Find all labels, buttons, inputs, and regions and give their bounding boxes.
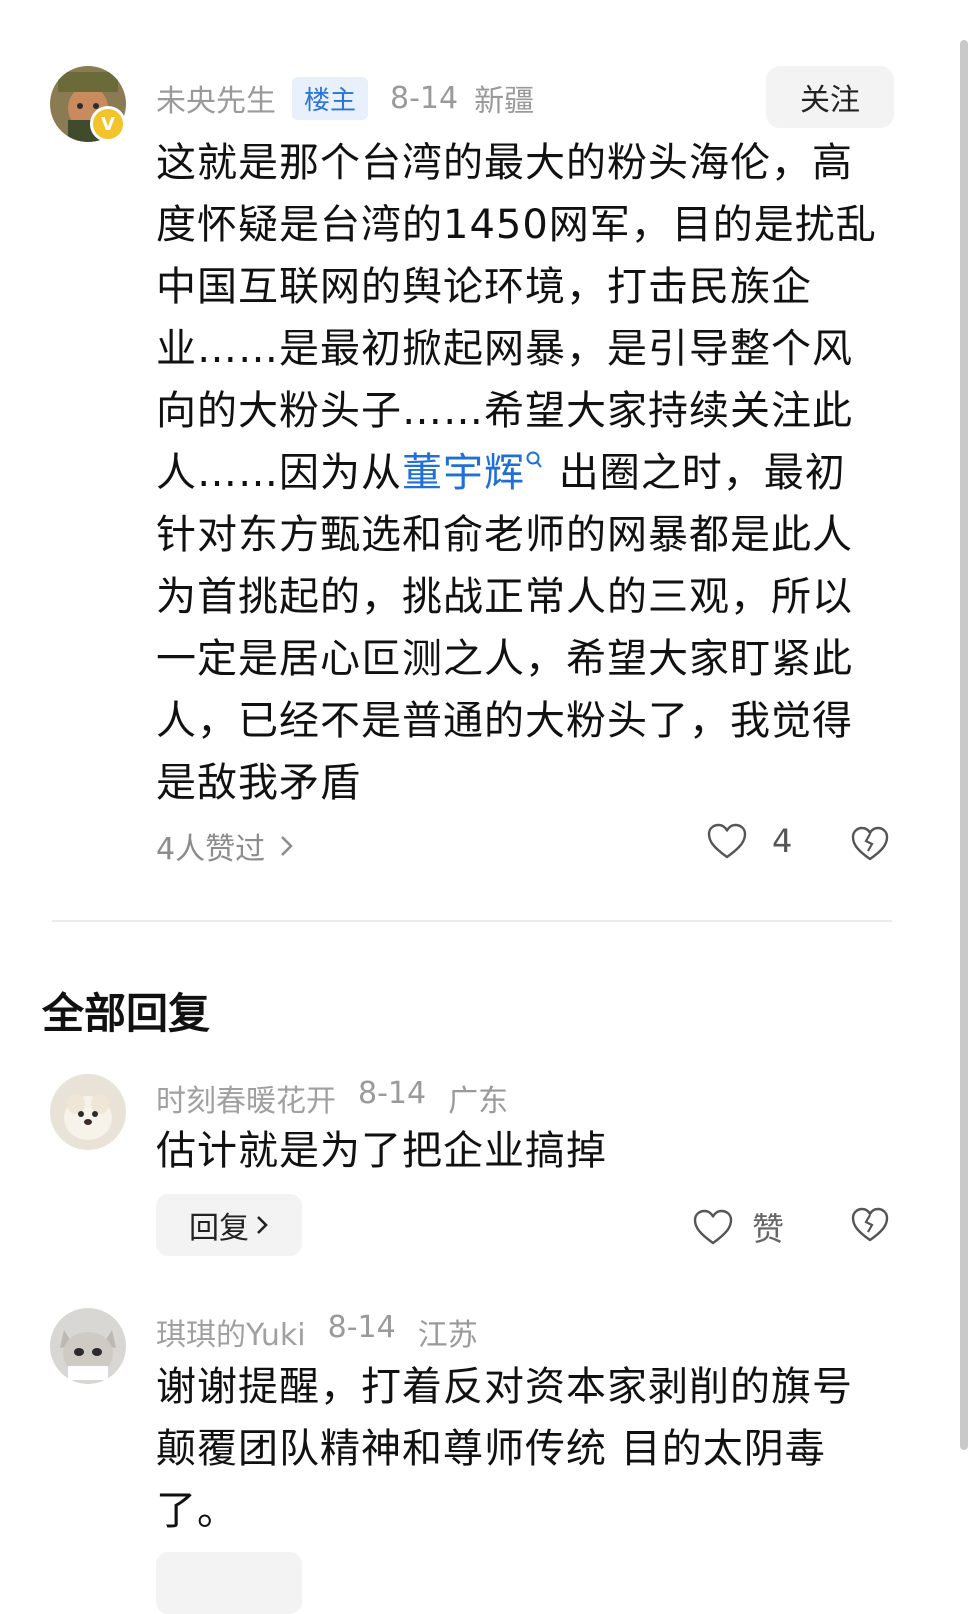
topic-link[interactable]: 董宇辉 bbox=[402, 450, 545, 496]
reply-date: 8-14 bbox=[358, 1076, 427, 1111]
reply-author[interactable]: 时刻春暖花开 bbox=[156, 1076, 336, 1120]
reply-date: 8-14 bbox=[327, 1310, 396, 1345]
heart-icon bbox=[707, 823, 747, 859]
chevron-right-icon bbox=[257, 1216, 268, 1234]
broken-heart-icon[interactable] bbox=[850, 825, 890, 863]
reply-header: 琪琪的Yuki 8-14 江苏 bbox=[156, 1310, 478, 1354]
reply-header: 时刻春暖花开 8-14 广东 bbox=[156, 1076, 508, 1120]
reply-button[interactable]: 回复 bbox=[156, 1194, 302, 1256]
search-icon bbox=[526, 451, 542, 468]
comment-text-part1: 这就是那个台湾的最大的粉头海伦，高度怀疑是台湾的1450网军，目的是扰乱中国互联… bbox=[156, 140, 877, 496]
reply-text: 估计就是为了把企业搞掉 bbox=[156, 1128, 607, 1174]
follow-button[interactable]: 关注 bbox=[766, 66, 894, 128]
heart-icon bbox=[693, 1209, 733, 1245]
chevron-right-icon bbox=[281, 836, 293, 856]
main-comment-text: 这就是那个台湾的最大的粉头海伦，高度怀疑是台湾的1450网军，目的是扰乱中国互联… bbox=[156, 132, 886, 814]
scrollbar[interactable] bbox=[960, 40, 968, 1450]
like-count: 4 bbox=[772, 822, 793, 860]
like-button[interactable]: 4 bbox=[706, 822, 792, 860]
section-title: 全部回复 bbox=[42, 989, 211, 1038]
reply-like-label: 赞 bbox=[752, 1210, 785, 1248]
reply-text: 谢谢提醒，打着反对资本家剥削的旗号颠覆团队精神和尊师传统 目的太阴毒了。 bbox=[156, 1364, 853, 1534]
comment-date: 8-14 bbox=[390, 80, 459, 116]
reply-location: 江苏 bbox=[417, 1318, 478, 1353]
reply-like-button[interactable]: 赞 bbox=[692, 1204, 784, 1250]
comment-location: 新疆 bbox=[474, 84, 535, 119]
comment-text-part2: 出圈之时，最初针对东方甄选和俞老师的网暴都是此人为首挑起的，挑战正常人的三观，所… bbox=[156, 450, 853, 806]
reply-button-label: 回复 bbox=[189, 1211, 249, 1246]
likers-link[interactable]: 4人赞过 bbox=[156, 824, 295, 868]
reply-location: 广东 bbox=[448, 1084, 509, 1119]
author-name[interactable]: 未央先生 bbox=[156, 76, 276, 120]
reply-button[interactable] bbox=[156, 1552, 302, 1614]
op-badge: 楼主 bbox=[292, 76, 369, 120]
comment-header: 未央先生 楼主 8-14 新疆 bbox=[156, 76, 534, 120]
reply-author[interactable]: 琪琪的Yuki bbox=[156, 1310, 306, 1354]
topic-link-label[interactable]: 董宇辉 bbox=[402, 450, 525, 496]
reply-avatar[interactable] bbox=[50, 1308, 126, 1384]
verified-badge-icon: V bbox=[90, 106, 126, 142]
broken-heart-icon[interactable] bbox=[850, 1206, 890, 1244]
section-divider bbox=[52, 920, 892, 922]
reply-avatar[interactable] bbox=[50, 1074, 126, 1150]
likers-text: 4人赞过 bbox=[156, 832, 266, 867]
